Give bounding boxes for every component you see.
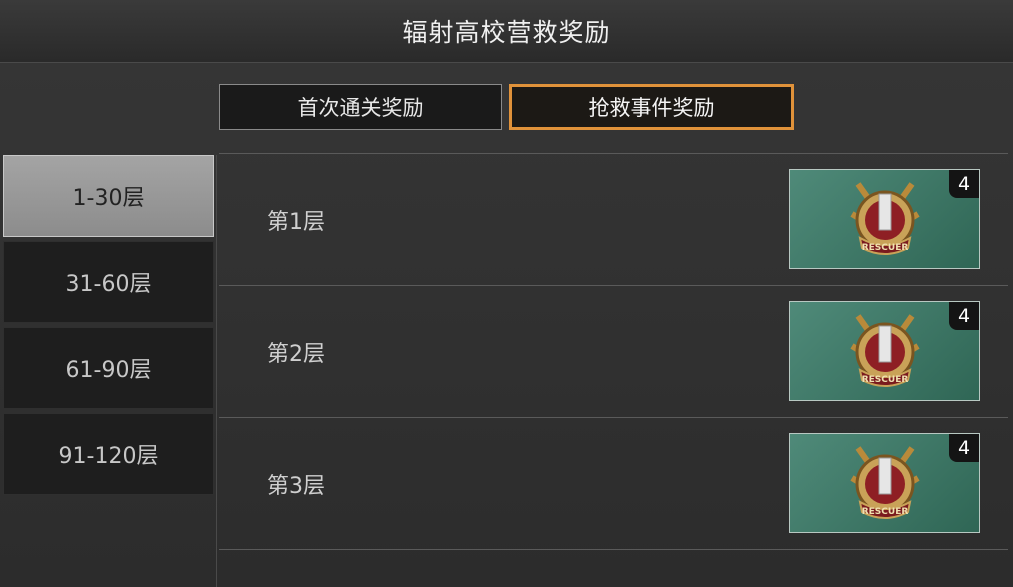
window-title: 辐射高校营救奖励 (402, 18, 611, 47)
floor-range-91-120[interactable]: 91-120层 (3, 413, 214, 495)
floor-label: 第1层 (267, 209, 325, 235)
medal-text: RESCUER (862, 243, 909, 253)
reward-row: 第2层 RESCUER 4 (219, 286, 1008, 417)
tab-first-clear-rewards[interactable]: 首次通关奖励 (219, 84, 502, 130)
reward-item[interactable]: RESCUER 4 (789, 433, 980, 533)
floor-label: 第3层 (267, 473, 325, 499)
reward-row: 第1层 RESCUER 4 (219, 154, 1008, 285)
rescuer-badge-icon: RESCUER (850, 446, 920, 519)
floor-range-31-60[interactable]: 31-60层 (3, 241, 214, 323)
medal-text: RESCUER (862, 375, 909, 385)
title-bar: 辐射高校营救奖励 (0, 0, 1013, 63)
floor-label: 第2层 (267, 341, 325, 367)
medal-text: RESCUER (862, 507, 909, 517)
panel-divider (216, 155, 217, 587)
tab-rescue-event-rewards[interactable]: 抢救事件奖励 (509, 84, 794, 130)
floor-range-1-30[interactable]: 1-30层 (3, 155, 214, 237)
rescuer-badge-icon: RESCUER (850, 182, 920, 255)
reward-count: 4 (949, 302, 979, 330)
reward-item[interactable]: RESCUER 4 (789, 301, 980, 401)
reward-item[interactable]: RESCUER 4 (789, 169, 980, 269)
main-panel: 首次通关奖励 抢救事件奖励 1-30层 31-60层 61-90层 91-120… (0, 63, 1013, 587)
reward-count: 4 (949, 434, 979, 462)
rescuer-badge-icon: RESCUER (850, 314, 920, 387)
reward-row: 第3层 RESCUER 4 (219, 418, 1008, 549)
floor-range-61-90[interactable]: 61-90层 (3, 327, 214, 409)
reward-count: 4 (949, 170, 979, 198)
row-divider (219, 549, 1008, 550)
